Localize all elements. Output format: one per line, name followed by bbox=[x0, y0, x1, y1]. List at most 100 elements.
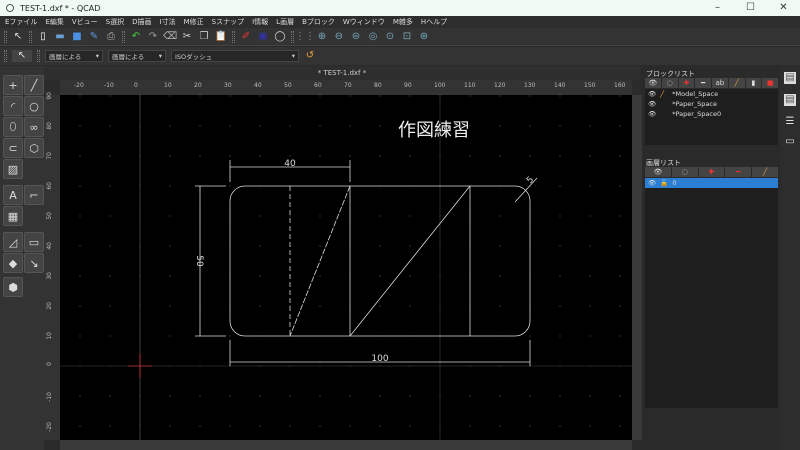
add-layer-icon[interactable]: ✚ bbox=[698, 167, 725, 177]
screen-icon[interactable]: ▣ bbox=[257, 31, 269, 43]
eye-icon[interactable]: 👁 bbox=[648, 100, 656, 108]
menu-item[interactable]: Hヘルプ bbox=[421, 17, 447, 27]
rounded-rectangle[interactable] bbox=[229, 185, 531, 337]
menu-item[interactable]: Bブロック bbox=[302, 17, 335, 27]
edit-block-icon[interactable]: ╱ bbox=[728, 78, 745, 88]
eraser-icon[interactable]: ⌫ bbox=[163, 31, 177, 43]
line-tool[interactable]: ╱ bbox=[24, 75, 44, 95]
lock-icon[interactable]: 🔓 bbox=[660, 179, 668, 187]
block-list-item[interactable]: 👁 *Paper_Space bbox=[645, 99, 778, 109]
undo-icon[interactable]: ↶ bbox=[130, 31, 142, 43]
eye-icon[interactable]: 👁 bbox=[648, 90, 656, 98]
color-select[interactable]: 画層による ▾ bbox=[45, 50, 103, 62]
zoom-in-icon[interactable]: ⊕ bbox=[316, 31, 328, 43]
menu-item[interactable]: L画層 bbox=[276, 17, 294, 27]
paste-icon[interactable]: 📋 bbox=[215, 31, 227, 43]
layer-list-item[interactable]: 👁 🔓 0 bbox=[645, 178, 778, 188]
document-tab[interactable]: * TEST-1.dxf * bbox=[44, 66, 640, 80]
toolbar-grip[interactable] bbox=[37, 50, 40, 62]
redo-icon[interactable]: ↷ bbox=[147, 31, 159, 43]
block-list-item[interactable]: 👁 ╱ *Model_Space bbox=[645, 89, 778, 99]
circle-tool[interactable]: ○ bbox=[24, 96, 44, 116]
add-block-icon[interactable]: ✚ bbox=[678, 78, 695, 88]
menu-item[interactable]: Sスナップ bbox=[212, 17, 244, 27]
hide-all-icon[interactable]: ◌ bbox=[661, 78, 678, 88]
select-pointer-icon[interactable]: ↖ bbox=[12, 50, 32, 62]
select-pointer-icon[interactable]: ↖ bbox=[12, 31, 24, 43]
menu-item[interactable]: Wウィンドウ bbox=[343, 17, 385, 27]
new-file-icon[interactable]: ▯ bbox=[37, 31, 49, 43]
menu-item[interactable]: I情報 bbox=[252, 17, 268, 27]
show-all-layers-icon[interactable]: 👁 bbox=[645, 167, 671, 177]
close-button[interactable]: ✕ bbox=[767, 0, 800, 16]
modify-tool[interactable]: ◿ bbox=[3, 232, 23, 252]
zoom-back-icon[interactable]: ⊙ bbox=[384, 31, 396, 43]
maximize-button[interactable]: ☐ bbox=[734, 0, 767, 16]
pen-icon[interactable]: ✐ bbox=[240, 31, 252, 43]
block-tool[interactable]: ◆ bbox=[3, 253, 23, 273]
menu-item[interactable]: E編集 bbox=[45, 17, 63, 27]
print-icon[interactable]: ⎙ bbox=[105, 31, 117, 43]
rename-block-icon[interactable]: ab bbox=[712, 78, 728, 88]
edit-layer-icon[interactable]: ╱ bbox=[752, 167, 778, 177]
menu-item[interactable]: S選択 bbox=[106, 17, 124, 27]
toolbar-grip[interactable] bbox=[4, 50, 7, 62]
toolbar-grip[interactable] bbox=[291, 30, 294, 43]
hatch-tool[interactable]: ▨ bbox=[3, 159, 23, 179]
delete-block-icon[interactable]: ■ bbox=[762, 78, 778, 88]
eye-icon[interactable]: 👁 bbox=[648, 110, 656, 118]
measure-tool[interactable]: ▭ bbox=[24, 232, 44, 252]
dimension-tool[interactable]: ⌐ bbox=[24, 185, 44, 205]
grid-icon[interactable]: ⋮⋮ bbox=[295, 31, 315, 43]
spline-tool[interactable]: ∞ bbox=[24, 117, 44, 137]
polyline-tool[interactable]: ⊂ bbox=[3, 138, 23, 158]
diagonal-line[interactable] bbox=[349, 185, 471, 337]
toolbar-grip[interactable] bbox=[232, 30, 235, 43]
edit-icon[interactable]: ╱ bbox=[660, 90, 668, 98]
zoom-window-icon[interactable]: ⊡ bbox=[401, 31, 413, 43]
diagonal-line[interactable] bbox=[289, 185, 351, 337]
menu-item[interactable]: Eファイル bbox=[5, 17, 37, 27]
circle-icon[interactable]: ◯ bbox=[274, 31, 286, 43]
linetype-select[interactable]: ISOダッシュ ▾ bbox=[171, 50, 299, 62]
text-tool[interactable]: A bbox=[3, 185, 23, 205]
menu-item[interactable]: D描画 bbox=[132, 17, 151, 27]
view-list-icon[interactable]: ▭ bbox=[784, 136, 796, 148]
select-tool[interactable]: ↘ bbox=[24, 253, 44, 273]
toolbar-grip[interactable] bbox=[29, 30, 32, 43]
show-all-icon[interactable]: 👁 bbox=[645, 78, 661, 88]
property-editor-icon[interactable]: ▤ bbox=[784, 72, 796, 84]
arc-tool[interactable]: ◜ bbox=[3, 96, 23, 116]
point-tool[interactable]: + bbox=[3, 75, 23, 95]
insert-block-icon[interactable]: ▮ bbox=[745, 78, 762, 88]
toolbar-grip[interactable] bbox=[122, 30, 125, 43]
zoom-out-icon[interactable]: ⊖ bbox=[333, 31, 345, 43]
menu-item[interactable]: M修正 bbox=[184, 17, 204, 27]
minimize-button[interactable]: – bbox=[701, 0, 734, 16]
block-list-item[interactable]: 👁 *Paper_Space0 bbox=[645, 109, 778, 119]
remove-layer-icon[interactable]: ━ bbox=[725, 167, 752, 177]
drawing-title-text[interactable]: 作図練習 bbox=[398, 120, 470, 141]
command-line-icon[interactable]: ☰ bbox=[784, 116, 796, 128]
toolbar-grip[interactable] bbox=[4, 30, 7, 43]
zoom-pan-icon[interactable]: ⊛ bbox=[418, 31, 430, 43]
zoom-previous-icon[interactable]: ◎ bbox=[367, 31, 379, 43]
copy-icon[interactable]: ❐ bbox=[198, 31, 210, 43]
hide-all-layers-icon[interactable]: ◌ bbox=[671, 167, 698, 177]
zoom-auto-icon[interactable]: ⊜ bbox=[350, 31, 362, 43]
drawing-canvas[interactable]: 40 50 100 5 作図練習 bbox=[60, 95, 632, 440]
image-tool[interactable]: ▦ bbox=[3, 206, 23, 226]
cut-icon[interactable]: ✂ bbox=[181, 31, 193, 43]
save-as-icon[interactable]: ✎ bbox=[88, 31, 100, 43]
shape-tool[interactable]: ⬡ bbox=[24, 138, 44, 158]
remove-block-icon[interactable]: ━ bbox=[695, 78, 711, 88]
save-icon[interactable]: ■ bbox=[71, 31, 83, 43]
menu-item[interactable]: I寸法 bbox=[160, 17, 176, 27]
eye-icon[interactable]: 👁 bbox=[648, 179, 656, 187]
open-folder-icon[interactable]: ▬ bbox=[54, 31, 66, 43]
menu-item[interactable]: M雑多 bbox=[393, 17, 413, 27]
menu-item[interactable]: Vビュー bbox=[72, 17, 98, 27]
reset-icon[interactable]: ↺ bbox=[304, 50, 316, 62]
vertical-scrollbar[interactable] bbox=[632, 95, 642, 440]
horizontal-scrollbar[interactable] bbox=[60, 440, 632, 450]
